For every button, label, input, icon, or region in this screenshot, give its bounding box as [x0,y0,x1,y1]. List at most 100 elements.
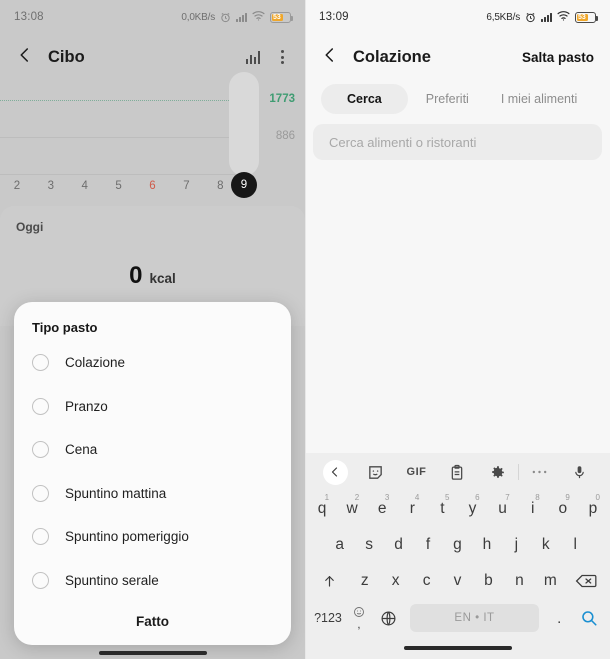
key-z[interactable]: z [349,564,380,598]
key-c[interactable]: c [411,564,442,598]
radio-icon[interactable] [32,528,49,546]
meal-option-spuntino-pomeriggio[interactable]: Spuntino pomeriggio [14,515,291,559]
key-g[interactable]: g [443,528,472,562]
key-e[interactable]: 3e [367,492,397,526]
on-screen-keyboard: GIF 1 q 2 w 3 e 4 r 5 t 6 y 7 u 8 i 9 o … [305,453,610,659]
key-l[interactable]: l [561,528,590,562]
keyboard-back-button[interactable] [315,453,356,491]
sticker-icon[interactable] [356,453,397,491]
clipboard-icon[interactable] [437,453,478,491]
tab-i-miei-alimenti[interactable]: I miei alimenti [487,84,591,114]
key-q[interactable]: 1q [307,492,337,526]
bar-chart-icon[interactable] [245,50,260,64]
key-x[interactable]: x [380,564,411,598]
key-u[interactable]: 7u [488,492,518,526]
meal-option-spuntino-mattina[interactable]: Spuntino mattina [14,472,291,516]
globe-icon[interactable] [373,601,404,635]
x-tick-highlighted[interactable]: 6 [136,180,170,192]
key-v[interactable]: v [442,564,473,598]
keyboard-toolbar: GIF [305,453,610,491]
skip-meal-button[interactable]: Salta pasto [522,50,594,65]
gif-button[interactable]: GIF [396,453,437,491]
key-o[interactable]: 9o [548,492,578,526]
radio-icon[interactable] [32,484,49,502]
key-number: 2 [354,493,360,502]
key-p[interactable]: 0p [578,492,608,526]
key-r[interactable]: 4r [397,492,427,526]
chart-average-label: 886 [275,130,295,142]
battery-level: 53 [273,13,281,21]
back-chevron-icon[interactable] [322,459,348,485]
key-s[interactable]: s [354,528,383,562]
spacebar[interactable]: EN • IT [409,604,540,632]
key-h[interactable]: h [472,528,501,562]
wifi-icon [557,10,570,24]
meal-option-pranzo[interactable]: Pranzo [14,385,291,429]
tab-preferiti[interactable]: Preferiti [412,84,483,114]
x-tick[interactable]: 2 [0,180,34,192]
calorie-chart: 1773 886 2 3 4 5 6 7 8 9 [0,72,305,200]
left-screen-food-dashboard: 13:08 0,0KB/s 53 Cibo 1773 886 2 3 4 5 6… [0,0,305,659]
shift-arrow-icon[interactable] [309,564,349,598]
wifi-icon [252,10,265,24]
home-indicator [305,637,610,659]
tab-cerca[interactable]: Cerca [321,84,408,114]
kebab-menu-icon[interactable] [276,48,289,66]
backspace-icon[interactable] [566,564,606,598]
x-tick[interactable]: 3 [34,180,68,192]
key-f[interactable]: f [413,528,442,562]
key-label: o [558,500,568,517]
meal-option-label: Spuntino pomeriggio [65,529,189,545]
meal-option-label: Colazione [65,355,126,371]
signal-icon [541,12,552,22]
key-number: 9 [565,493,570,502]
chart-baseline [0,174,243,175]
kcal-value: 0 [129,262,143,289]
selected-day-badge[interactable]: 9 [231,172,257,198]
battery-icon: 53 [270,11,293,23]
key-t[interactable]: 5t [427,492,457,526]
comma-emoji-key[interactable]: , [345,601,373,635]
key-i[interactable]: 8i [518,492,548,526]
meal-option-colazione[interactable]: Colazione [14,341,291,385]
chart-x-axis: 2 3 4 5 6 7 8 [0,180,305,192]
back-chevron-icon[interactable] [321,46,339,69]
search-icon[interactable] [573,601,604,635]
key-w[interactable]: 2w [337,492,367,526]
x-tick[interactable]: 7 [169,180,203,192]
app-bar: Colazione Salta pasto [305,34,610,80]
key-m[interactable]: m [535,564,566,598]
battery-level: 53 [578,13,586,21]
meal-option-cena[interactable]: Cena [14,428,291,472]
key-y[interactable]: 6y [457,492,487,526]
key-label: q [317,500,327,517]
radio-icon[interactable] [32,397,49,415]
key-k[interactable]: k [531,528,560,562]
meal-option-spuntino-serale[interactable]: Spuntino serale [14,559,291,603]
x-tick[interactable]: 5 [102,180,136,192]
gear-icon[interactable] [477,453,518,491]
period-key[interactable]: . [545,601,573,635]
radio-icon[interactable] [32,441,49,459]
symbols-key[interactable]: ?123 [311,601,345,635]
microphone-icon[interactable] [559,453,600,491]
done-button[interactable]: Fatto [14,602,291,635]
chart-goal-line [0,100,243,101]
radio-icon[interactable] [32,354,49,372]
app-bar: Cibo [0,34,305,80]
key-a[interactable]: a [325,528,354,562]
key-n[interactable]: n [504,564,535,598]
right-screen-breakfast-search: 13:09 6,5KB/s 53 Colazione Salta pasto C… [305,0,610,659]
back-chevron-icon[interactable] [16,46,34,69]
key-d[interactable]: d [384,528,413,562]
status-icons: 6,5KB/s 53 [486,10,598,24]
network-speed: 0,0KB/s [181,11,215,23]
key-b[interactable]: b [473,564,504,598]
search-input[interactable]: Cerca alimenti o ristoranti [313,124,602,160]
x-tick[interactable]: 4 [68,180,102,192]
key-number: 1 [324,493,330,502]
radio-icon[interactable] [32,571,49,589]
comma-label: , [357,617,361,631]
overflow-dots-icon[interactable] [519,453,560,491]
key-j[interactable]: j [502,528,531,562]
